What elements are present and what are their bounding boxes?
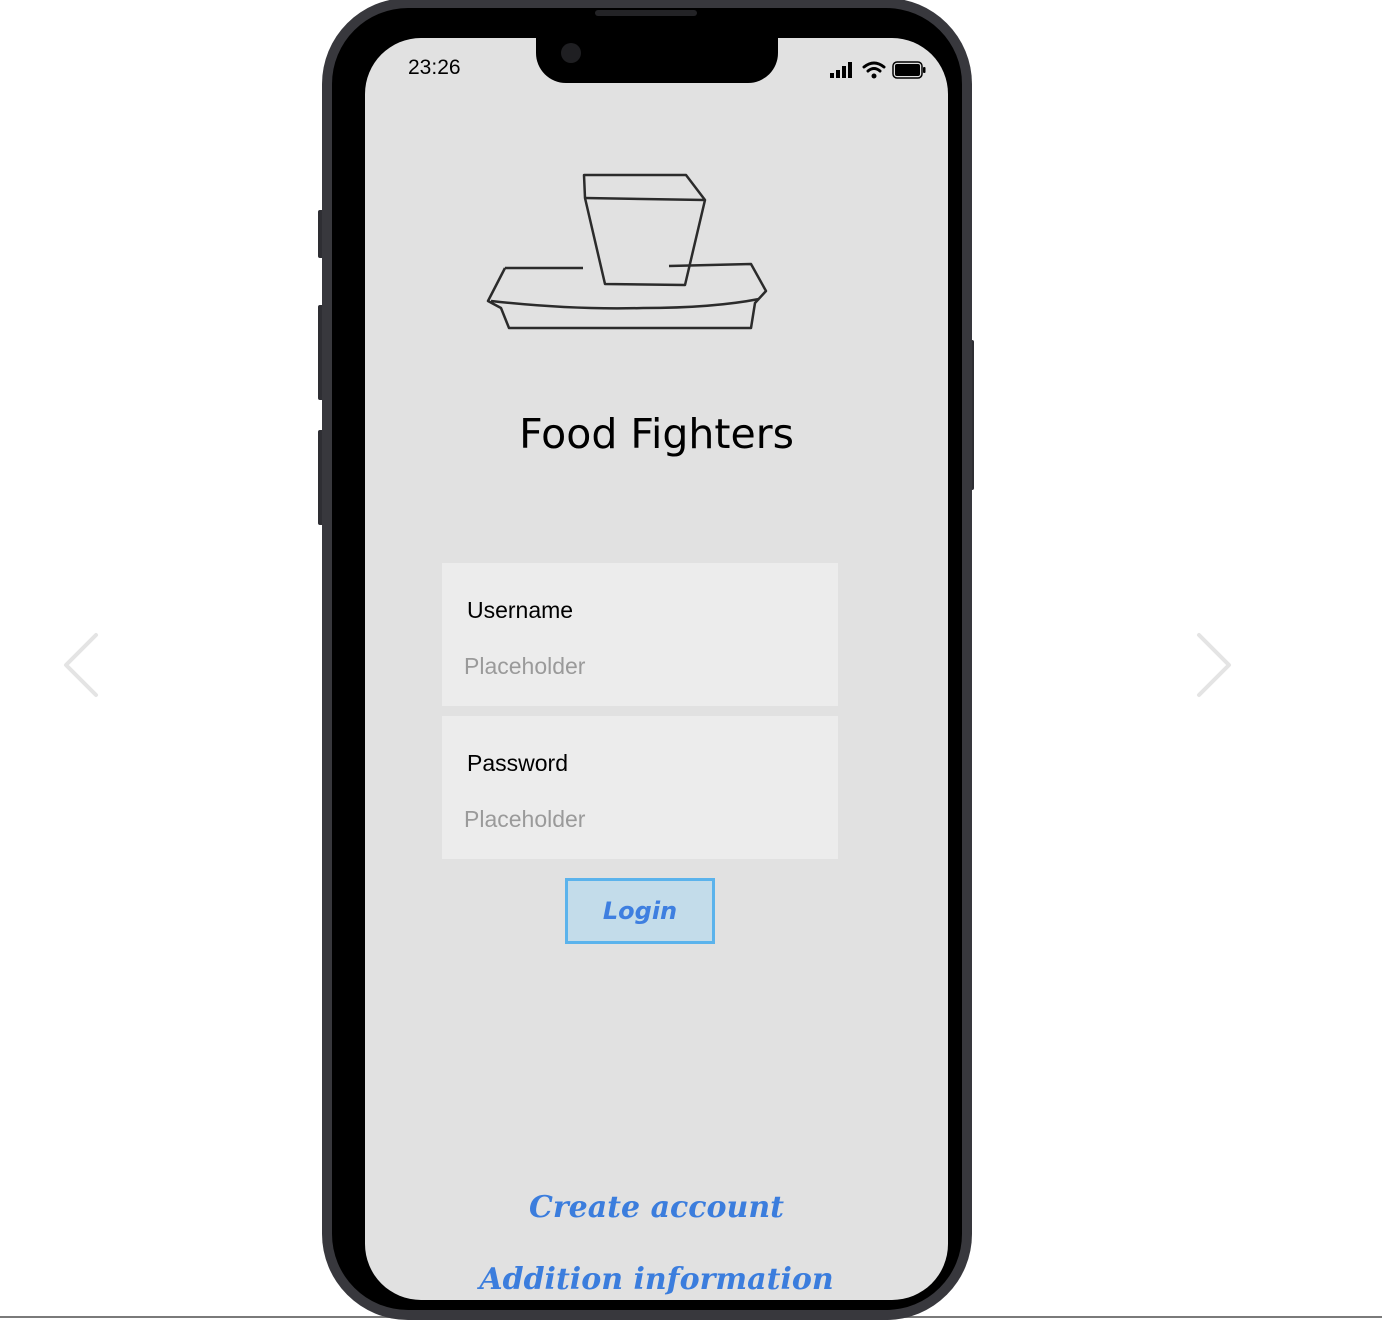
username-field[interactable]: Username [442, 563, 838, 706]
phone-screen: 23:26 Food Fighters Username Placeholder… [365, 38, 948, 1300]
status-icons [830, 60, 926, 80]
status-time: 23:26 [408, 56, 461, 79]
password-input[interactable] [464, 802, 804, 836]
speaker-grille [595, 10, 697, 16]
chevron-right-icon [1197, 633, 1231, 697]
food-tray-logo [486, 173, 768, 330]
battery-icon [892, 61, 926, 79]
password-field[interactable]: Password [442, 716, 838, 859]
chevron-left-icon [64, 633, 98, 697]
create-account-link[interactable]: Create account [365, 1190, 948, 1225]
wifi-icon [862, 61, 886, 79]
next-slide-arrow[interactable] [1193, 632, 1233, 698]
username-input[interactable] [464, 649, 804, 683]
app-title: Food Fighters [519, 410, 794, 458]
username-label: Username [467, 597, 574, 623]
front-camera [561, 43, 581, 63]
login-button[interactable]: Login [565, 878, 715, 944]
phone-frame: 23:26 Food Fighters Username Placeholder… [322, 0, 972, 1320]
additional-information-link[interactable]: Addition information [365, 1262, 948, 1297]
phone-bezel: 23:26 Food Fighters Username Placeholder… [332, 8, 962, 1310]
previous-slide-arrow[interactable] [62, 632, 102, 698]
signal-icon [830, 62, 852, 78]
notch [536, 38, 778, 83]
password-label: Password [467, 750, 568, 776]
